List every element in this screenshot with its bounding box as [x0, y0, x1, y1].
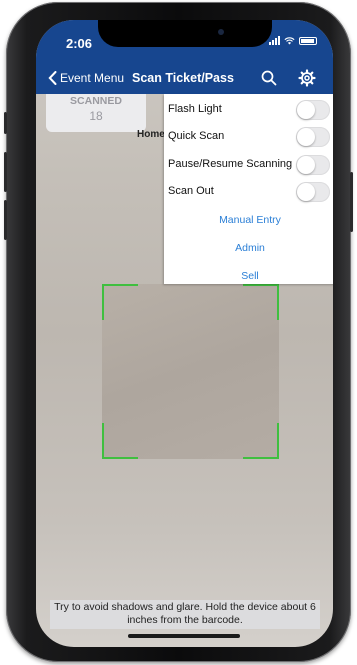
menu-item-pause-resume-scanning[interactable]: Pause/Resume Scanning	[164, 151, 333, 178]
menu-item-scan-out[interactable]: Scan Out	[164, 178, 333, 205]
front-camera-icon	[218, 29, 224, 35]
scan-frame-corner-bottom-left	[102, 423, 138, 459]
admin-link[interactable]: Admin	[164, 242, 333, 254]
scanned-count: 18	[89, 109, 103, 123]
back-button-label: Event Menu	[60, 71, 125, 85]
menu-item-quick-scan[interactable]: Quick Scan	[164, 123, 333, 150]
power-button	[350, 172, 353, 232]
status-time: 2:06	[66, 36, 93, 51]
menu-item-flash-light[interactable]: Flash Light	[164, 96, 333, 123]
menu-item-label: Pause/Resume Scanning	[168, 158, 293, 170]
scan-frame-corner-top-right	[243, 284, 279, 320]
signal-icon	[269, 36, 280, 45]
home-label: Home	[137, 129, 165, 140]
flash-light-toggle[interactable]	[296, 100, 330, 120]
nav-bar: Event Menu Scan Ticket/Pass	[36, 64, 333, 94]
phone-screen: 2:06 Event Menu Scan Ticket/Pass SCANNED…	[36, 20, 333, 647]
phone-frame: 2:06 Event Menu Scan Ticket/Pass SCANNED…	[4, 2, 353, 662]
scan-hint-banner: Try to avoid shadows and glare. Hold the…	[50, 600, 320, 629]
notch	[98, 20, 272, 47]
settings-dropdown-menu: Flash Light Quick Scan Pause/Resume Scan…	[164, 94, 333, 284]
gear-icon[interactable]	[298, 69, 316, 87]
home-indicator[interactable]	[128, 634, 240, 638]
scan-frame-corner-bottom-right	[243, 423, 279, 459]
menu-item-label: Flash Light	[168, 103, 222, 115]
page-title: Scan Ticket/Pass	[132, 71, 234, 85]
manual-entry-link[interactable]: Manual Entry	[164, 214, 333, 226]
scanned-counter: SCANNED 18	[46, 94, 146, 132]
wifi-icon	[284, 36, 295, 45]
scan-frame-corner-top-left	[102, 284, 138, 320]
status-bar: 2:06	[36, 20, 333, 64]
scanned-label: SCANNED	[70, 95, 122, 107]
back-button[interactable]: Event Menu	[48, 71, 124, 85]
scan-viewfinder	[102, 284, 279, 459]
quick-scan-toggle[interactable]	[296, 127, 330, 147]
battery-icon	[299, 36, 317, 45]
status-icons	[269, 36, 317, 45]
pause-resume-scanning-toggle[interactable]	[296, 155, 330, 175]
sell-link[interactable]: Sell	[164, 270, 333, 282]
scan-out-toggle[interactable]	[296, 182, 330, 202]
mute-switch	[4, 112, 7, 134]
volume-up-button	[4, 152, 7, 192]
search-icon[interactable]	[260, 69, 278, 87]
chevron-left-icon	[48, 71, 57, 85]
menu-item-label: Quick Scan	[168, 130, 225, 142]
volume-down-button	[4, 200, 7, 240]
menu-item-label: Scan Out	[168, 185, 214, 197]
